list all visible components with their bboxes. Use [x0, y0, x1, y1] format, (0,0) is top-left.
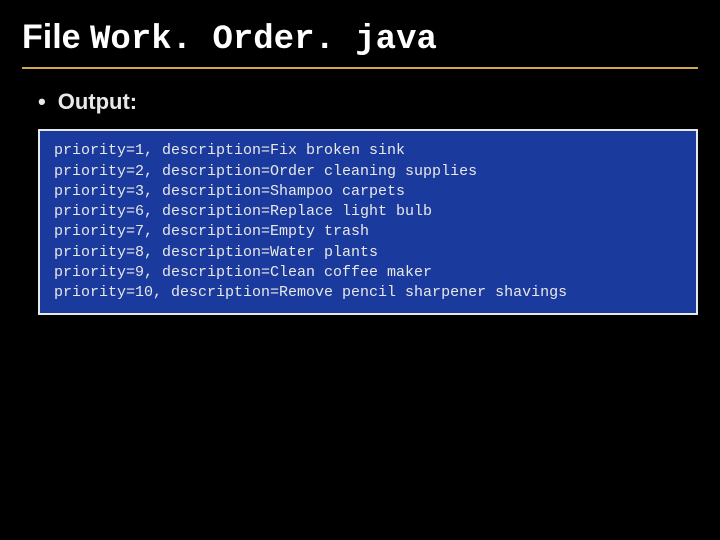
title-prefix: File: [22, 18, 90, 56]
bullet-marker: •: [38, 89, 46, 115]
bullet-item: • Output:: [38, 89, 698, 115]
slide-container: File Work. Order. java • Output: priorit…: [0, 0, 720, 333]
bullet-label: Output:: [58, 89, 137, 115]
content-area: • Output: priority=1, description=Fix br…: [22, 89, 698, 315]
slide-title: File Work. Order. java: [22, 18, 698, 69]
title-filename: Work. Order. java: [90, 21, 437, 59]
output-box: priority=1, description=Fix broken sink …: [38, 129, 698, 315]
